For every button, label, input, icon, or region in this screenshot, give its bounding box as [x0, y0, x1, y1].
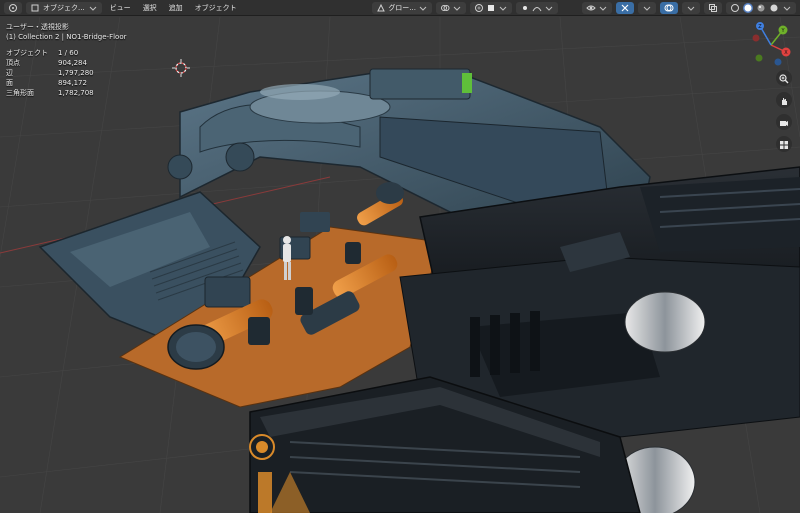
stat-value: 1,782,708 — [58, 89, 94, 97]
overlays-dropdown[interactable] — [682, 1, 700, 14]
wireframe-shading-icon[interactable] — [730, 3, 740, 13]
stat-label: 三角形面 — [6, 89, 34, 97]
chevron-down-icon[interactable] — [782, 3, 792, 13]
stat-label: 辺 — [6, 69, 13, 77]
zoom-button[interactable] — [776, 70, 792, 86]
overlays-icon — [664, 3, 674, 13]
view-name: ユーザー・透視投影 — [6, 23, 69, 31]
visibility-dropdown[interactable] — [582, 1, 612, 14]
stat-label: 面 — [6, 79, 13, 87]
axis-x-label: X — [784, 50, 788, 56]
chevron-down-icon — [452, 3, 462, 13]
proportional-editing-icon — [474, 3, 484, 13]
mode-label: オブジェク... — [43, 3, 85, 12]
axis-neg-x-ball — [752, 34, 760, 42]
chevron-down-icon — [544, 3, 554, 13]
mode-dropdown[interactable]: オブジェク... — [26, 1, 102, 14]
white-square-icon — [486, 3, 496, 13]
rendered-shading-icon[interactable] — [769, 3, 779, 13]
gizmo-dropdown[interactable] — [638, 1, 656, 14]
chevron-down-icon — [88, 3, 98, 13]
chevron-down-icon — [498, 3, 508, 13]
viewport-header: オブジェク... ビュー 選択 追加 オブジェクト グロー... — [0, 0, 800, 16]
camera-view-button[interactable] — [776, 114, 792, 130]
camera-view-icon — [779, 113, 789, 132]
gizmo-icon — [620, 3, 630, 13]
stat-value: 904,284 — [58, 59, 87, 67]
object-mode-icon — [30, 3, 40, 13]
crew-figure — [283, 236, 291, 280]
stat-value: 894,172 — [58, 79, 87, 87]
chevron-down-icon — [418, 3, 428, 13]
visibility-icon — [586, 3, 596, 13]
transform-label: グロー... — [388, 3, 416, 12]
xray-toggle[interactable] — [704, 1, 722, 14]
navigation-gizmo[interactable]: X Y Z — [748, 22, 794, 68]
menu-view[interactable]: ビュー — [106, 2, 135, 14]
chevron-down-icon — [598, 3, 608, 13]
stat-label: オブジェクト — [6, 49, 48, 57]
editor-type-button[interactable] — [4, 1, 22, 14]
xray-icon — [708, 3, 718, 13]
material-shading-icon[interactable] — [756, 3, 766, 13]
navigation-tools — [776, 70, 796, 152]
pivot-dropdown[interactable] — [436, 1, 466, 14]
menu-select[interactable]: 選択 — [139, 2, 161, 14]
zoom-icon — [779, 69, 789, 88]
proportional-editing-button[interactable] — [470, 1, 512, 14]
snap-icon — [440, 3, 450, 13]
menu-add[interactable]: 追加 — [165, 2, 187, 14]
grid-view-icon — [779, 135, 789, 154]
axis-neg-z-ball — [774, 58, 782, 66]
grid-view-button[interactable] — [776, 136, 792, 152]
statistics-table: オブジェクト 1 / 60 頂点 904,284 辺 1,797,280 面 8… — [6, 48, 127, 98]
axis-neg-y-ball — [755, 54, 763, 62]
menu-object[interactable]: オブジェクト — [191, 2, 241, 14]
shading-buttons — [726, 1, 796, 14]
orange-piston-top — [357, 182, 404, 226]
global-orientation-icon — [376, 3, 386, 13]
viewport-info-overlay: ユーザー・透視投影 (1) Collection 2 | NO1-Bridge-… — [6, 22, 127, 98]
chevron-down-icon — [642, 3, 652, 13]
stat-label: 頂点 — [6, 59, 20, 67]
solid-shading-icon[interactable] — [743, 2, 753, 13]
overlays-toggle[interactable] — [660, 1, 678, 14]
pan-button[interactable] — [776, 92, 792, 108]
stat-value: 1 / 60 — [58, 49, 79, 57]
dot-icon — [520, 3, 530, 13]
editor-type-icon — [8, 3, 18, 13]
chevron-down-icon — [686, 3, 696, 13]
pan-hand-icon — [779, 91, 789, 110]
falloff-curve-icon — [532, 3, 542, 13]
falloff-dropdown[interactable] — [516, 1, 558, 14]
transform-orientation-dropdown[interactable]: グロー... — [372, 1, 432, 14]
stat-value: 1,797,280 — [58, 69, 94, 77]
gizmo-toggle[interactable] — [616, 1, 634, 14]
collection-name: (1) Collection 2 | NO1-Bridge-Floor — [6, 33, 127, 41]
axis-z-label: Z — [758, 24, 762, 30]
